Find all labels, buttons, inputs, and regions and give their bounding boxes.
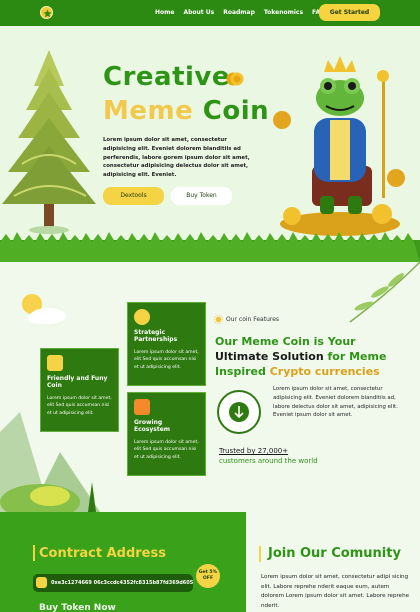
card-text: Lorem ipsum dolor sit amet, elit Sed qui… <box>47 396 112 416</box>
community-title: Join Our Comunity <box>268 546 401 561</box>
leaves-illustration <box>349 262 420 323</box>
card-title: Growing Ecosystem <box>134 419 171 433</box>
hero-title-meme: Meme <box>103 96 194 126</box>
features-description: Lorem ipsum dolor sit amet, consectetur … <box>273 386 398 419</box>
feature-card-friendly[interactable]: Friendly and Funy Coin Lorem ipsum dolor… <box>40 348 119 432</box>
nav-roadmap[interactable]: Roadmap <box>223 9 255 17</box>
sun-cloud-illustration <box>22 294 66 324</box>
contract-title: Contract Address <box>39 546 166 561</box>
buy-token-button[interactable]: Buy Token <box>171 187 232 205</box>
nav-about[interactable]: About Us <box>183 9 214 17</box>
sun-icon <box>214 315 223 324</box>
copy-icon[interactable] <box>36 577 47 588</box>
features-label: Our coin Features <box>226 316 280 323</box>
hero-title-line1: Creative <box>103 62 231 92</box>
heading-part-b: Ultimate Solution <box>215 350 324 363</box>
diamond-icon <box>47 355 63 371</box>
target-icon <box>134 309 150 325</box>
trusted-subtitle: customers around the world <box>219 457 318 465</box>
nav-home[interactable]: Home <box>155 9 174 17</box>
heading-part-a: Our Meme Coin is Your <box>215 335 356 348</box>
heading-part-d: Crypto currencies <box>269 365 380 378</box>
feature-card-partnerships[interactable]: Strategic Partnerships Lorem ipsum dolor… <box>127 302 206 386</box>
dextools-button[interactable]: Dextools <box>103 187 164 205</box>
card-text: Lorem ipsum dolor sit amet, elit Sed qui… <box>134 440 199 460</box>
hero-title-line2: Meme Coin <box>103 96 269 126</box>
feature-card-ecosystem[interactable]: Growing Ecosystem Lorem ipsum dolor sit … <box>127 392 206 476</box>
card-title: Friendly and Funy Coin <box>47 375 108 389</box>
growth-icon <box>134 399 150 415</box>
grass-divider <box>0 232 420 262</box>
arrow-down-icon <box>229 402 249 422</box>
nav-links: Home About Us Roadmap Tokenomics FAQ <box>155 9 334 17</box>
trusted-count: Trusted by 27,000+ <box>219 447 289 455</box>
contract-address: 0xe3c1274669 06c3ccdc4352fc8315b87fd369d… <box>51 580 194 586</box>
buy-token-subtitle: Buy Token Now <box>39 603 116 612</box>
nav-tokenomics[interactable]: Tokenomics <box>264 9 303 17</box>
coin-icon <box>226 72 244 86</box>
frog-king-illustration <box>273 56 405 236</box>
memecoin-badge <box>217 390 261 434</box>
title-accent-bar <box>259 546 261 562</box>
logo[interactable] <box>40 6 53 19</box>
hero-section: Creative Meme Coin Lorem ipsum dolor sit… <box>0 26 420 248</box>
card-title: Strategic Partnerships <box>134 329 178 343</box>
star-icon <box>43 9 52 18</box>
features-heading: Our Meme Coin is Your Ultimate Solution … <box>215 334 400 379</box>
community-text: Lorem ipsum dolor sit amet, consectetur … <box>261 574 410 609</box>
hero-description: Lorem ipsum dolor sit amet, consectetur … <box>103 137 250 179</box>
top-nav: Home About Us Roadmap Tokenomics FAQ Get… <box>0 0 420 26</box>
hero-title-coin: Coin <box>202 96 270 126</box>
discount-badge: Get 5% OFF <box>196 564 220 588</box>
title-accent-bar <box>33 545 35 561</box>
tree-illustration <box>2 50 96 234</box>
get-started-button[interactable]: Get Started <box>319 4 380 21</box>
card-text: Lorem ipsum dolor sit amet, elit Sed qui… <box>134 350 199 370</box>
features-section: Strategic Partnerships Lorem ipsum dolor… <box>0 262 420 512</box>
